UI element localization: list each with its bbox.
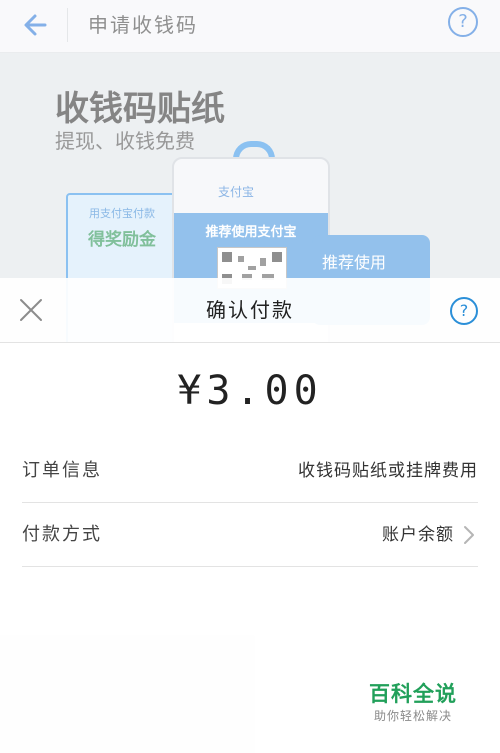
watermark-brand: 百科全说: [369, 682, 457, 706]
sheet-header: 确认付款 ?: [0, 278, 500, 343]
payment-method-row[interactable]: 付款方式 账户余额: [22, 504, 478, 567]
order-info-label: 订单信息: [22, 460, 102, 481]
order-info-value: 收钱码贴纸或挂牌费用: [298, 461, 478, 481]
help-icon[interactable]: ?: [450, 297, 478, 325]
chevron-right-icon: [460, 524, 478, 546]
payment-method-value: 账户余额: [382, 525, 454, 545]
watermark-slogan: 助你轻松解决: [373, 709, 452, 723]
payment-amount: ¥3.00: [177, 368, 323, 414]
payment-method-label: 付款方式: [22, 524, 102, 545]
watermark: 百科全说 助你轻松解决: [350, 668, 476, 730]
sheet-title: 确认付款: [206, 298, 294, 322]
order-info-row: 订单信息 收钱码贴纸或挂牌费用: [22, 440, 478, 503]
